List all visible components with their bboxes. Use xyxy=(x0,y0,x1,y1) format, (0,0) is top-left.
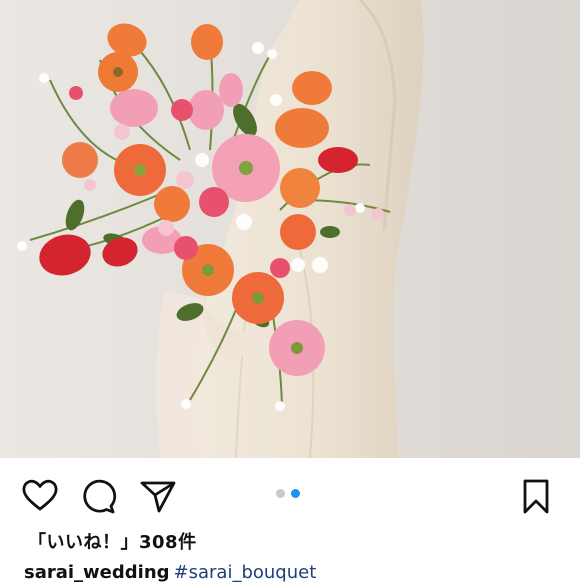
bookmark-icon[interactable] xyxy=(516,476,556,516)
send-icon[interactable] xyxy=(138,476,178,516)
likes-count[interactable]: 「いいね！」308件 xyxy=(28,528,197,554)
post-photo[interactable] xyxy=(0,0,580,458)
heart-icon[interactable] xyxy=(20,476,60,516)
post-action-bar xyxy=(0,458,580,530)
bouquet-photo-illustration xyxy=(0,0,580,458)
carousel-dot-1[interactable] xyxy=(276,489,285,498)
carousel-dot-2[interactable] xyxy=(291,489,300,498)
comment-icon[interactable] xyxy=(78,476,118,516)
